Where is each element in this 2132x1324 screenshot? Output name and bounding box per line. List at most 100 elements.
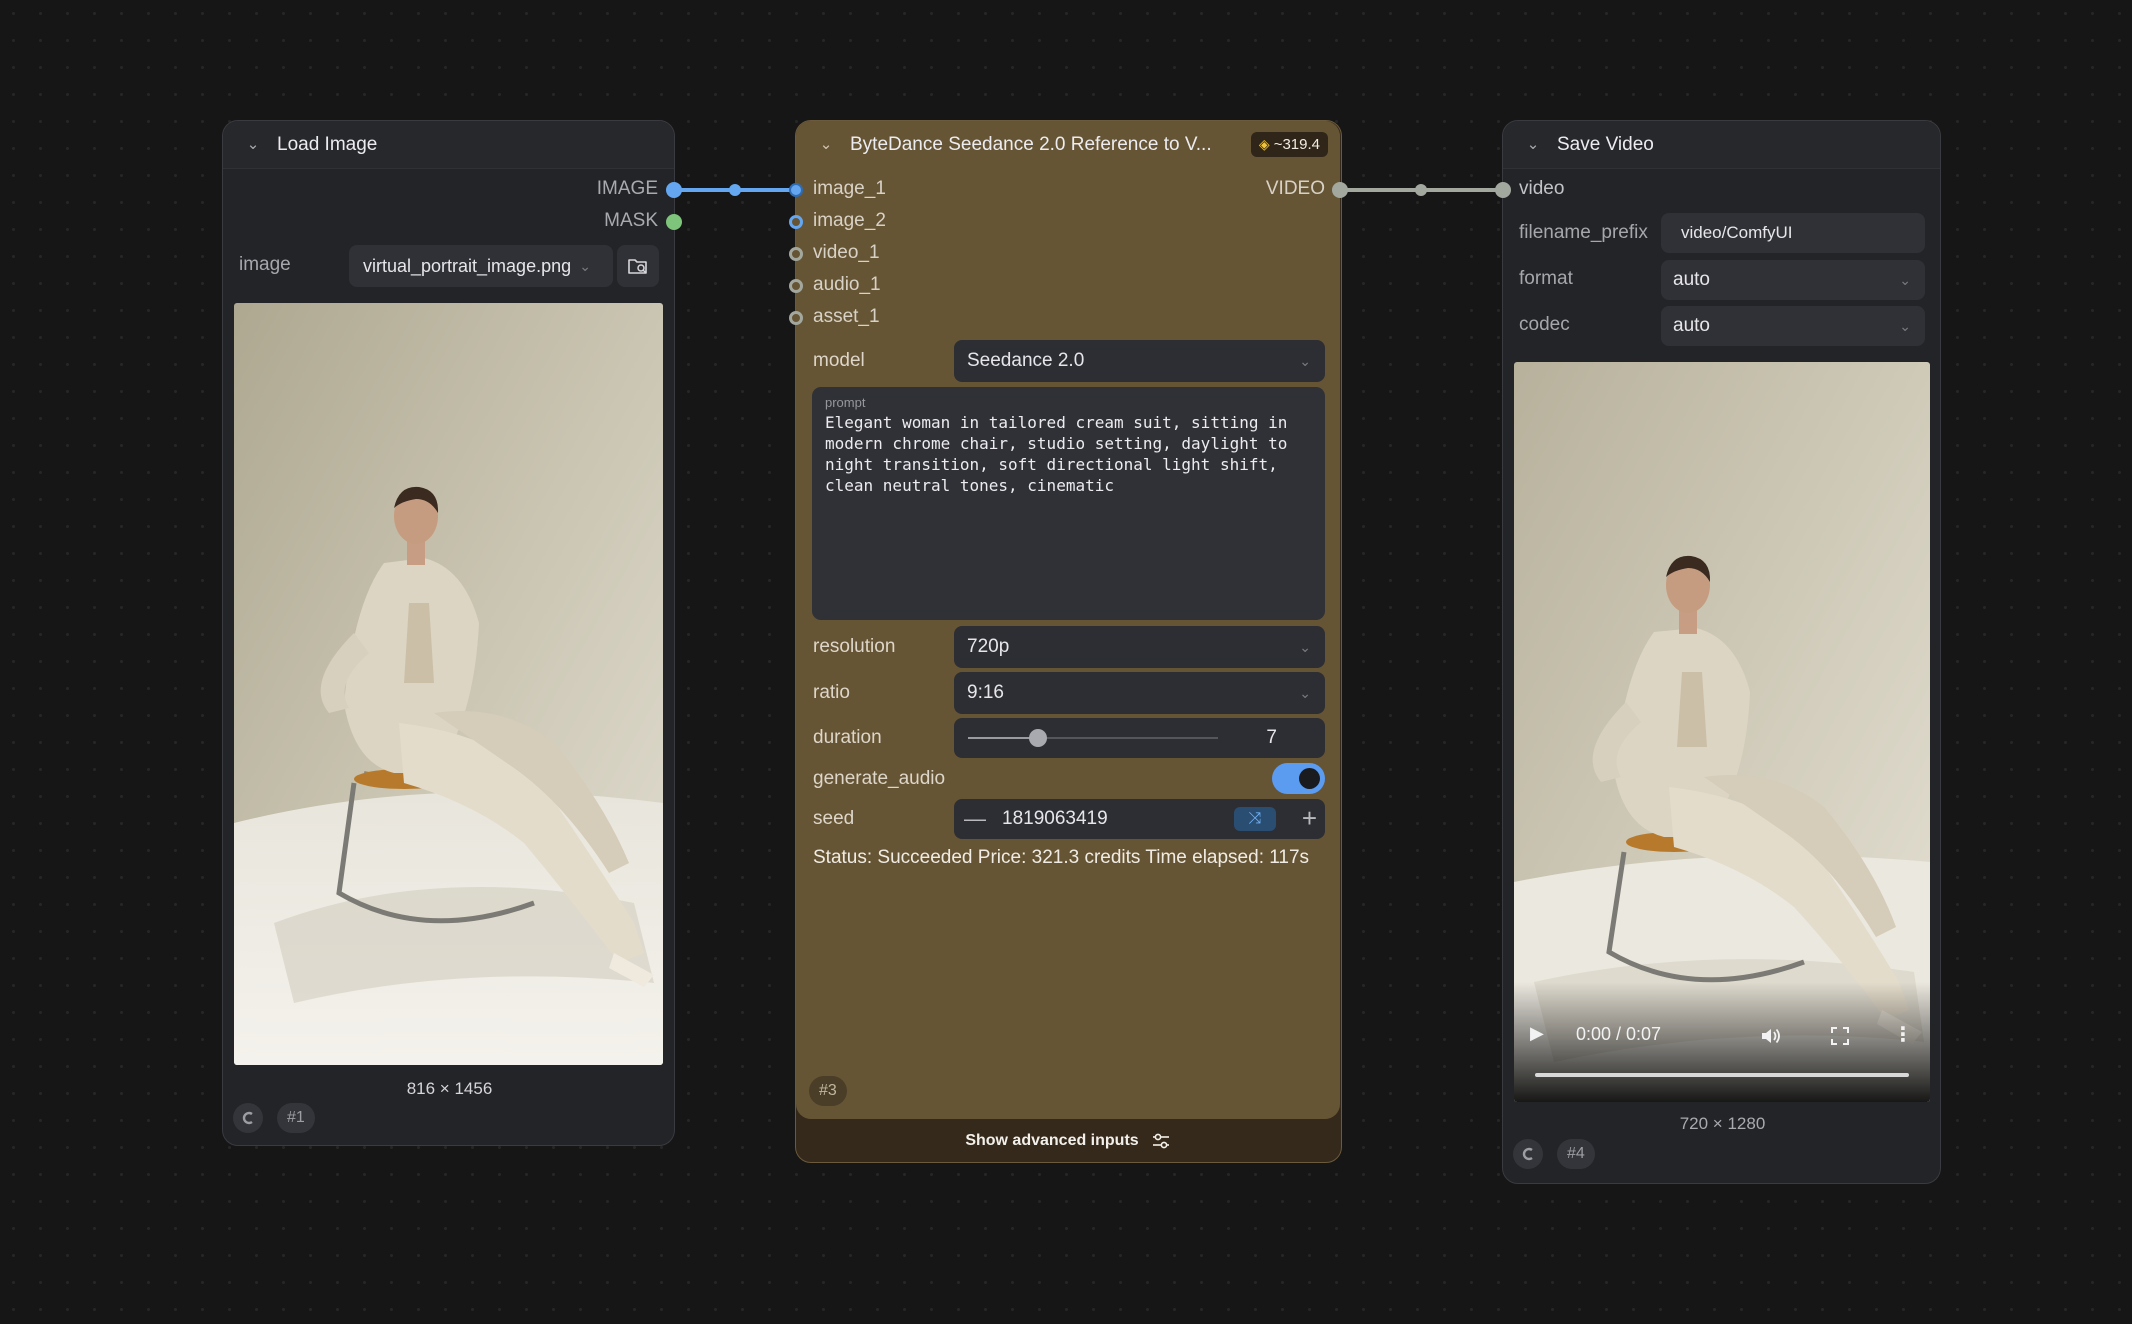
node-header[interactable]: ⌄ Save Video — [1503, 121, 1940, 169]
show-advanced-inputs-button[interactable]: Show advanced inputs — [796, 1119, 1340, 1162]
seed-value: 1819063419 — [1002, 808, 1108, 829]
filename-prefix-label: filename_prefix — [1519, 222, 1648, 243]
chevron-down-icon: ⌄ — [1299, 353, 1311, 369]
prompt-textarea[interactable]: prompt Elegant woman in tailored cream s… — [812, 387, 1325, 620]
price-badge-value: ~319.4 — [1273, 136, 1320, 153]
output-label-video: VIDEO — [1265, 178, 1325, 199]
video-progress-bar[interactable] — [1535, 1073, 1909, 1077]
video-output-socket[interactable] — [1332, 182, 1348, 198]
credits-icon: ◈ — [1258, 136, 1270, 152]
node-title: Save Video — [1557, 133, 1654, 155]
format-select[interactable]: auto ⌄ — [1661, 260, 1925, 300]
codec-select[interactable]: auto ⌄ — [1661, 306, 1925, 346]
prompt-text: Elegant woman in tailored cream suit, si… — [825, 413, 1288, 495]
node-id-badge: #4 — [1557, 1139, 1595, 1169]
chevron-down-icon: ⌄ — [579, 258, 591, 274]
mask-output-socket[interactable] — [666, 214, 682, 230]
ratio-label: ratio — [813, 682, 850, 703]
load-image-node[interactable]: ⌄ Load Image IMAGE MASK image virtual_po… — [222, 120, 675, 1146]
more-options-icon[interactable]: ⋮ — [1893, 1022, 1913, 1047]
seed-input[interactable]: — 1819063419 ⤨ + — [954, 799, 1325, 839]
generate-audio-toggle[interactable] — [1272, 763, 1325, 794]
input-label-image-2: image_2 — [813, 210, 886, 231]
toggle-knob — [1299, 768, 1320, 789]
node-id-badge: #3 — [809, 1076, 847, 1106]
duration-value: 7 — [1266, 727, 1277, 748]
duration-label: duration — [813, 727, 882, 748]
output-label-mask: MASK — [604, 210, 658, 231]
image-preview — [234, 303, 663, 1065]
shuffle-icon: ⤨ — [1248, 810, 1262, 827]
resolution-select[interactable]: 720p ⌄ — [954, 626, 1325, 668]
codec-label: codec — [1519, 314, 1570, 335]
audio-1-input-socket[interactable] — [789, 279, 803, 293]
image-file-value: virtual_portrait_image.png — [363, 255, 572, 276]
ratio-value: 9:16 — [967, 682, 1004, 703]
video-wire — [1340, 184, 1503, 196]
video-player[interactable]: ▶ 0:00 / 0:07 ⋮ — [1514, 362, 1930, 1102]
increment-icon[interactable]: + — [1302, 803, 1317, 834]
node-id-badge: #1 — [277, 1103, 315, 1133]
input-label-asset-1: asset_1 — [813, 306, 880, 327]
resolution-value: 720p — [967, 636, 1010, 657]
node-header[interactable]: ⌄ ByteDance Seedance 2.0 Reference to V.… — [796, 121, 1340, 169]
resolution-label: resolution — [813, 636, 896, 657]
image-widget-label: image — [239, 254, 291, 275]
node-badge-icon — [1513, 1139, 1543, 1169]
volume-icon[interactable] — [1760, 1026, 1782, 1046]
collapse-chevron-icon[interactable]: ⌄ — [1523, 135, 1543, 155]
chevron-down-icon: ⌄ — [1899, 318, 1911, 334]
node-title: ByteDance Seedance 2.0 Reference to V... — [850, 134, 1212, 155]
video-input-socket[interactable] — [1495, 182, 1511, 198]
chevron-down-icon: ⌄ — [1899, 272, 1911, 288]
image-wire — [674, 184, 796, 196]
play-icon[interactable]: ▶ — [1530, 1023, 1544, 1044]
video-time-display: 0:00 / 0:07 — [1576, 1024, 1662, 1044]
asset-1-input-socket[interactable] — [789, 311, 803, 325]
input-label-image-1: image_1 — [813, 178, 886, 199]
node-badge-icon — [233, 1103, 263, 1133]
image-dimensions: 816 × 1456 — [406, 1079, 493, 1098]
model-value: Seedance 2.0 — [967, 350, 1085, 371]
slider-fill — [968, 737, 1038, 739]
codec-value: auto — [1673, 315, 1710, 336]
filename-prefix-input[interactable]: video/ComfyUI — [1661, 213, 1925, 253]
node-header[interactable]: ⌄ Load Image — [223, 121, 674, 169]
collapse-chevron-icon[interactable]: ⌄ — [816, 135, 836, 155]
input-label-audio-1: audio_1 — [813, 274, 881, 295]
upload-folder-button[interactable] — [617, 245, 659, 287]
status-text: Status: Succeeded Price: 321.3 credits T… — [813, 847, 1310, 868]
seedance-body — [796, 121, 1340, 1119]
video-frame — [1514, 362, 1930, 1102]
fullscreen-icon[interactable] — [1831, 1027, 1849, 1045]
chevron-down-icon: ⌄ — [1299, 639, 1311, 655]
ratio-select[interactable]: 9:16 ⌄ — [954, 672, 1325, 714]
seed-label: seed — [813, 808, 855, 829]
slider-thumb[interactable] — [1029, 729, 1047, 747]
prompt-label: prompt — [825, 395, 866, 410]
model-label: model — [813, 350, 865, 371]
price-badge: ◈ ~319.4 — [1250, 132, 1328, 157]
advanced-label: Show advanced inputs — [965, 1131, 1139, 1149]
sliders-icon — [1152, 1133, 1169, 1148]
model-select[interactable]: Seedance 2.0 ⌄ — [954, 340, 1325, 382]
format-label: format — [1519, 268, 1573, 289]
seedance-node[interactable]: ⌄ ByteDance Seedance 2.0 Reference to V.… — [795, 120, 1342, 1163]
randomize-seed-button[interactable]: ⤨ — [1234, 807, 1276, 831]
image-output-socket[interactable] — [666, 182, 682, 198]
image-1-input-socket[interactable] — [789, 183, 803, 197]
decrement-icon[interactable]: — — [964, 806, 986, 832]
collapse-chevron-icon[interactable]: ⌄ — [243, 135, 263, 155]
image-2-input-socket[interactable] — [789, 215, 803, 229]
save-video-node[interactable]: ⌄ Save Video video filename_prefix video… — [1502, 120, 1941, 1184]
portrait-photo — [234, 303, 663, 1065]
generate-audio-label: generate_audio — [813, 768, 946, 789]
folder-search-icon — [628, 259, 647, 274]
comfy-logo-icon — [1522, 1147, 1533, 1161]
chevron-down-icon: ⌄ — [1299, 685, 1311, 701]
image-file-select[interactable]: virtual_portrait_image.png ⌄ — [349, 245, 613, 287]
video-dimensions: 720 × 1280 — [1679, 1114, 1766, 1133]
video-1-input-socket[interactable] — [789, 247, 803, 261]
duration-slider[interactable]: 7 — [954, 718, 1325, 758]
input-label-video: video — [1519, 178, 1565, 199]
